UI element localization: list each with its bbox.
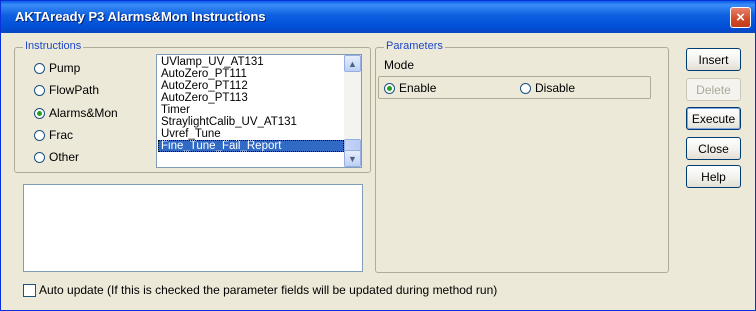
instruction-description-box[interactable] — [23, 184, 363, 272]
list-item[interactable]: AutoZero_PT113 — [158, 92, 344, 104]
delete-button[interactable]: Delete — [686, 78, 741, 101]
radio-circle[interactable] — [34, 129, 45, 141]
instruction-listbox[interactable]: UVlamp_UV_AT131 AutoZero_PT111 AutoZero_… — [156, 54, 362, 168]
execute-button[interactable]: Execute — [686, 107, 741, 130]
instructions-group-label: Instructions — [23, 40, 84, 52]
close-window-button[interactable]: × — [730, 7, 751, 28]
list-scrollbar[interactable]: ▲ ▼ — [344, 55, 361, 167]
radio-label-enable: Enable — [399, 81, 437, 95]
auto-update-checkbox[interactable] — [23, 283, 36, 297]
radio-circle[interactable] — [384, 82, 395, 94]
list-item[interactable]: AutoZero_PT112 — [158, 80, 344, 92]
auto-update-option[interactable]: Auto update (If this is checked the para… — [23, 283, 497, 297]
window-title: AKTAready P3 Alarms&Mon Instructions — [15, 9, 266, 24]
radio-label-pump: Pump — [49, 61, 81, 75]
mode-label: Mode — [384, 58, 415, 72]
instruction-list: UVlamp_UV_AT131 AutoZero_PT111 AutoZero_… — [158, 56, 344, 152]
insert-button[interactable]: Insert — [686, 48, 741, 71]
close-button[interactable]: Close — [686, 137, 741, 160]
radio-disable[interactable]: Disable — [520, 80, 575, 96]
close-icon: × — [736, 9, 745, 26]
radio-flowpath[interactable]: FlowPath — [34, 82, 99, 98]
radio-label-flowpath: FlowPath — [49, 83, 100, 97]
list-item[interactable]: AutoZero_PT111 — [158, 68, 344, 80]
list-item[interactable]: UVlamp_UV_AT131 — [158, 56, 344, 68]
radio-label-disable: Disable — [535, 81, 576, 95]
help-button[interactable]: Help — [686, 165, 741, 188]
radio-label-frac: Frac — [49, 128, 73, 142]
auto-update-label: Auto update (If this is checked the para… — [39, 283, 498, 297]
scroll-down-button[interactable]: ▼ — [344, 150, 361, 167]
scroll-up-button[interactable]: ▲ — [344, 55, 361, 72]
radio-label-alarmsmon: Alarms&Mon — [49, 106, 118, 120]
radio-other[interactable]: Other — [34, 149, 79, 165]
radio-selected-dot — [387, 85, 392, 91]
radio-frac[interactable]: Frac — [34, 127, 73, 143]
title-bar[interactable]: AKTAready P3 Alarms&Mon Instructions × — [1, 1, 755, 33]
radio-selected-dot — [37, 110, 42, 116]
dialog-window: AKTAready P3 Alarms&Mon Instructions × I… — [0, 0, 756, 311]
radio-circle[interactable] — [520, 82, 531, 94]
radio-circle[interactable] — [34, 84, 45, 96]
radio-circle[interactable] — [34, 107, 45, 119]
scroll-down-icon: ▼ — [348, 153, 357, 164]
list-item[interactable]: Uvref_Tune — [158, 128, 344, 140]
list-item-selected[interactable]: Fine_Tune_Fail_Report — [158, 140, 344, 152]
radio-alarmsmon[interactable]: Alarms&Mon — [34, 105, 118, 121]
scroll-up-icon: ▲ — [348, 58, 357, 69]
list-item[interactable]: StraylightCalib_UV_AT131 — [158, 116, 344, 128]
parameters-group-label: Parameters — [384, 40, 445, 52]
radio-pump[interactable]: Pump — [34, 60, 80, 76]
radio-enable[interactable]: Enable — [384, 80, 436, 96]
radio-label-other: Other — [49, 150, 80, 164]
radio-circle[interactable] — [34, 62, 45, 74]
radio-circle[interactable] — [34, 151, 45, 163]
list-item[interactable]: Timer — [158, 104, 344, 116]
